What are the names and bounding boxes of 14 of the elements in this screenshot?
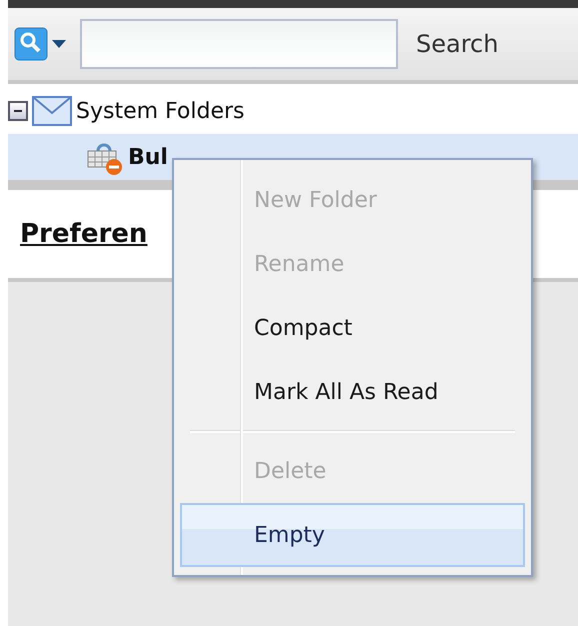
search-options-button[interactable] <box>14 27 66 61</box>
collapse-icon[interactable] <box>8 101 28 121</box>
menu-item[interactable]: Mark All As Read <box>180 360 525 424</box>
folder-label: Bul <box>128 144 168 170</box>
menu-item[interactable]: Compact <box>180 296 525 360</box>
menu-item[interactable]: Empty <box>180 503 525 567</box>
tree-item[interactable]: System Folders <box>8 88 578 134</box>
search-icon <box>14 27 48 61</box>
folder-label: System Folders <box>76 98 244 124</box>
search-button[interactable]: Search <box>406 30 508 58</box>
caret-icon <box>52 40 66 48</box>
preferences-link[interactable]: Preferen <box>20 219 148 249</box>
search-field[interactable] <box>80 19 398 69</box>
envelope-icon <box>32 96 72 126</box>
